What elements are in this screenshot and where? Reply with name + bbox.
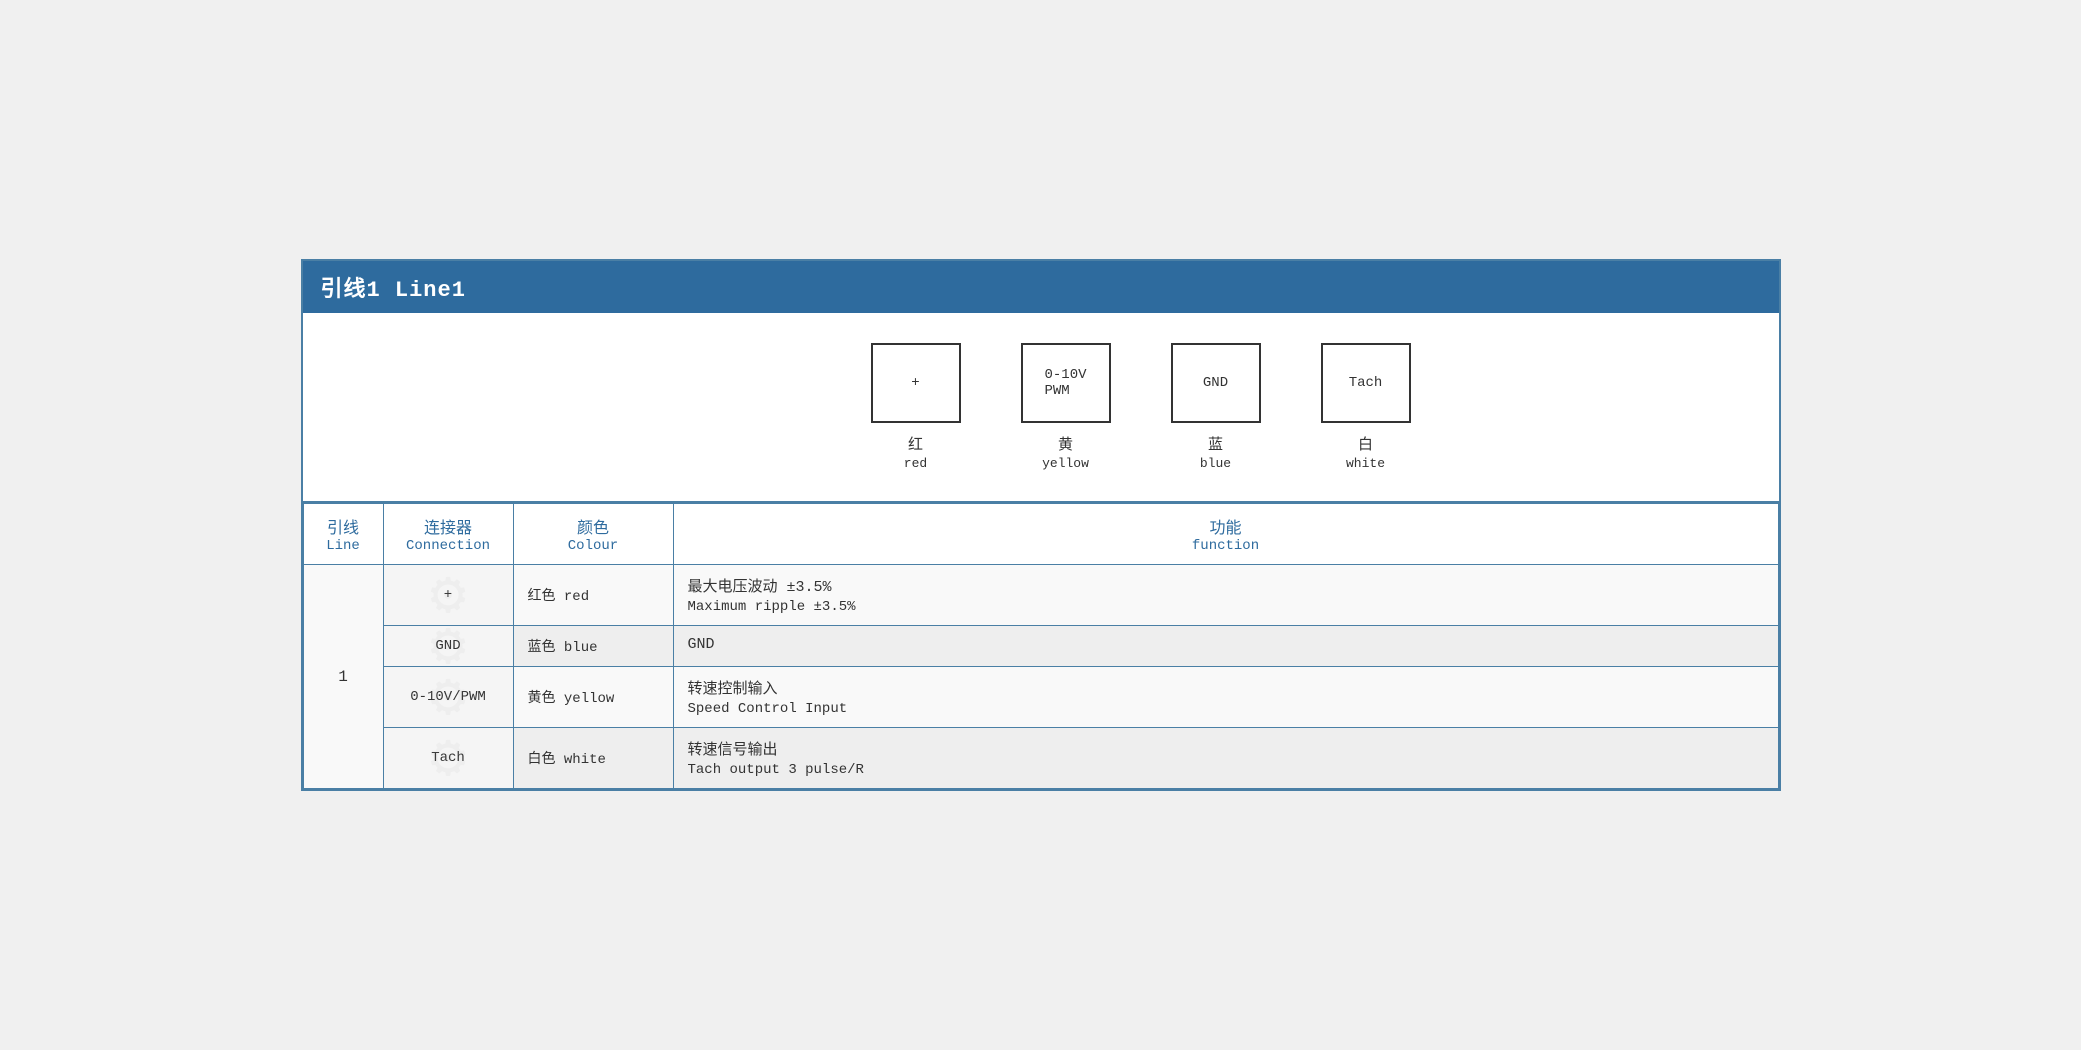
connector-label-cn-3: 白 xyxy=(1358,433,1373,454)
connector-label-en-0: red xyxy=(904,456,927,471)
connection-cell-1: GND⚙ xyxy=(383,626,513,667)
table-row: GND⚙蓝色 blue GND xyxy=(303,626,1778,667)
connector-diagram: + 红 red 0-10VPWM 黄 yellow GND 蓝 blue Tach 白 white xyxy=(841,343,1441,471)
connector-box-3: Tach xyxy=(1321,343,1411,423)
diagram-section: + 红 red 0-10VPWM 黄 yellow GND 蓝 blue Tach 白 white xyxy=(303,313,1779,503)
function-en-0: Maximum ripple ±3.5% xyxy=(688,599,1764,615)
function-cell-3: 转速信号输出 Tach output 3 pulse/R xyxy=(673,728,1778,789)
col-function-cn: 功能 xyxy=(688,514,1764,538)
wire-table: 引线 Line 连接器 Connection 颜色 Colour 功能 func… xyxy=(303,503,1779,789)
colour-cell-1: 蓝色 blue xyxy=(513,626,673,667)
function-en-2: Speed Control Input xyxy=(688,701,1764,717)
col-function-en: function xyxy=(688,538,1764,554)
col-line: 引线 Line xyxy=(303,504,383,565)
function-cn-2: 转速控制输入 xyxy=(688,677,1764,698)
table-body: 1+⚙红色 red 最大电压波动 ±3.5% Maximum ripple ±3.5… xyxy=(303,565,1778,789)
connector-group-1: 0-10VPWM 黄 yellow xyxy=(1006,343,1126,471)
main-container: 引线1 Line1 + 红 red 0-10VPWM 黄 yellow GND 蓝 blue Ta… xyxy=(301,259,1781,791)
col-connection-cn: 连接器 xyxy=(398,514,499,538)
connector-group-3: Tach 白 white xyxy=(1306,343,1426,471)
table-row: Tach⚙白色 white 转速信号输出 Tach output 3 pulse/R xyxy=(303,728,1778,789)
table-row: 1+⚙红色 red最大电压波动 ±3.5%Maximum ripple ±3.5… xyxy=(303,565,1778,626)
table-row: 0-10V/PWM⚙黄色 yellow 转速控制输入 Speed Control I… xyxy=(303,667,1778,728)
col-colour-en: Colour xyxy=(528,538,659,554)
col-colour-cn: 颜色 xyxy=(528,514,659,538)
connection-cell-3: Tach⚙ xyxy=(383,728,513,789)
connector-group-2: GND 蓝 blue xyxy=(1156,343,1276,471)
connector-box-2: GND xyxy=(1171,343,1261,423)
line-number: 1 xyxy=(303,565,383,789)
function-cell-1: GND xyxy=(673,626,1778,667)
colour-cell-0: 红色 red xyxy=(513,565,673,626)
connector-label-cn-0: 红 xyxy=(908,433,923,454)
connection-cell-0: +⚙ xyxy=(383,565,513,626)
connector-box-0: + xyxy=(871,343,961,423)
col-connection: 连接器 Connection xyxy=(383,504,513,565)
function-cell-0: 最大电压波动 ±3.5% Maximum ripple ±3.5% xyxy=(673,565,1778,626)
connector-label-en-2: blue xyxy=(1200,456,1231,471)
function-cell-2: 转速控制输入 Speed Control Input xyxy=(673,667,1778,728)
connector-group-0: + 红 red xyxy=(856,343,976,471)
col-colour: 颜色 Colour xyxy=(513,504,673,565)
col-line-cn: 引线 xyxy=(318,514,369,538)
connector-label-cn-1: 黄 xyxy=(1058,433,1073,454)
connector-label-en-3: white xyxy=(1346,456,1385,471)
connector-box-1: 0-10VPWM xyxy=(1021,343,1111,423)
col-connection-en: Connection xyxy=(398,538,499,554)
connector-label-cn-2: 蓝 xyxy=(1208,433,1223,454)
function-cn-3: 转速信号输出 xyxy=(688,738,1764,759)
col-line-en: Line xyxy=(318,538,369,554)
connection-cell-2: 0-10V/PWM⚙ xyxy=(383,667,513,728)
function-en-3: Tach output 3 pulse/R xyxy=(688,762,1764,778)
col-function: 功能 function xyxy=(673,504,1778,565)
function-cn-1: GND xyxy=(688,636,1764,653)
table-section: 引线 Line 连接器 Connection 颜色 Colour 功能 func… xyxy=(303,503,1779,789)
function-cn-0: 最大电压波动 ±3.5% xyxy=(688,575,1764,596)
colour-cell-3: 白色 white xyxy=(513,728,673,789)
colour-cell-2: 黄色 yellow xyxy=(513,667,673,728)
connector-label-en-1: yellow xyxy=(1042,456,1089,471)
table-header-row: 引线 Line 连接器 Connection 颜色 Colour 功能 func… xyxy=(303,504,1778,565)
section-header: 引线1 Line1 xyxy=(303,261,1779,313)
header-title: 引线1 Line1 xyxy=(321,278,466,303)
